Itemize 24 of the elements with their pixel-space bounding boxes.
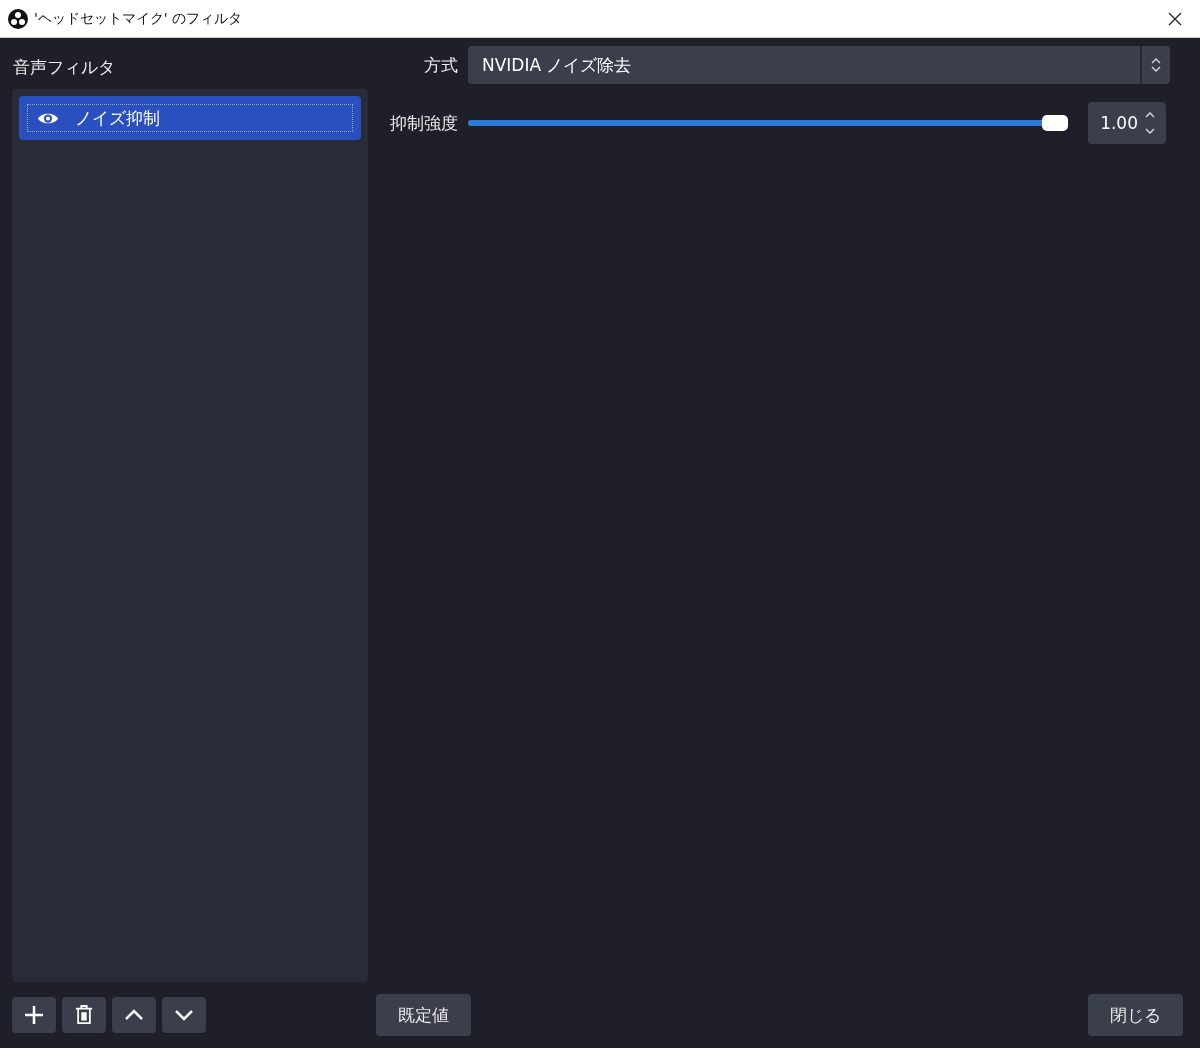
property-label: 抑制強度 <box>389 111 458 135</box>
filter-name: ノイズ抑制 <box>75 106 160 130</box>
trash-icon <box>75 1005 93 1025</box>
filter-item[interactable]: ノイズ抑制 <box>19 96 361 140</box>
window-title: 'ヘッドセットマイク' のフィルタ <box>34 9 244 28</box>
close-icon[interactable] <box>1168 11 1182 26</box>
strength-slider[interactable] <box>468 115 1068 131</box>
add-button[interactable] <box>12 997 56 1033</box>
strength-spinbox[interactable]: 1.00 <box>1088 102 1166 144</box>
up-down-caret-icon <box>1144 110 1156 136</box>
defaults-button[interactable]: 既定値 <box>376 994 471 1036</box>
move-down-button[interactable] <box>162 997 206 1033</box>
up-down-caret-icon <box>1151 57 1161 73</box>
section-label: 音声フィルタ <box>13 56 116 79</box>
chevron-down-icon <box>174 1009 194 1021</box>
chevron-up-icon <box>124 1009 144 1021</box>
close-button[interactable]: 閉じる <box>1088 994 1183 1036</box>
method-dropdown[interactable]: NVIDIA ノイズ除去 <box>468 46 1170 84</box>
slider-handle[interactable] <box>1042 115 1068 131</box>
plus-icon <box>24 1005 44 1025</box>
property-label: 方式 <box>423 53 458 77</box>
move-up-button[interactable] <box>112 997 156 1033</box>
delete-button[interactable] <box>62 997 106 1033</box>
app-logo-icon <box>8 8 28 29</box>
